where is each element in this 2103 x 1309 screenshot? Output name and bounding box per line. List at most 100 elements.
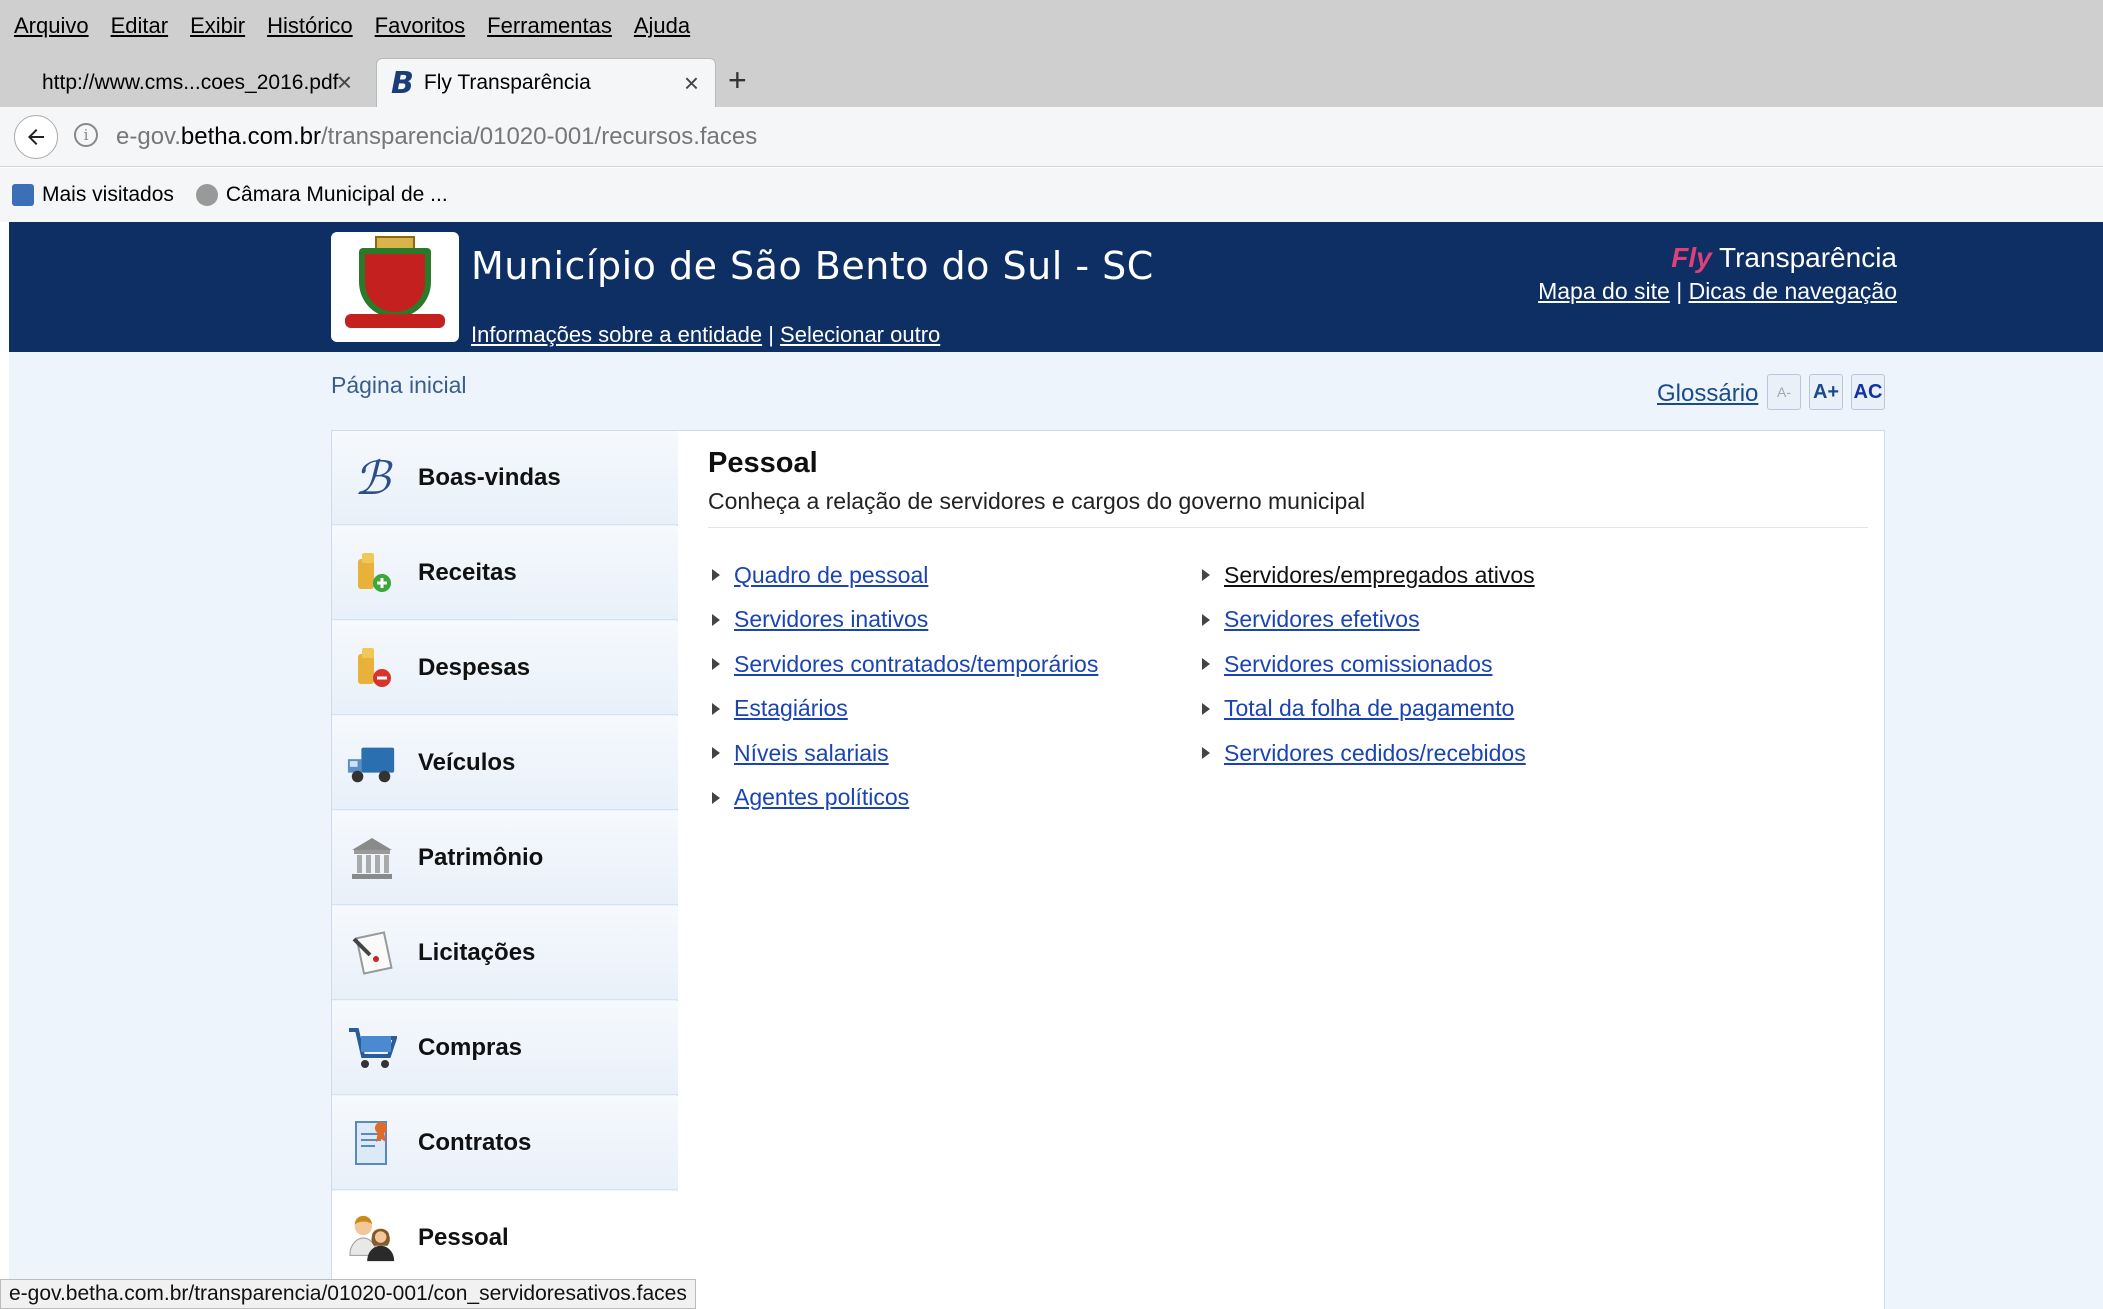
back-button[interactable] bbox=[14, 115, 58, 159]
list-item: Servidores efetivos bbox=[1198, 598, 1535, 643]
page: Município de São Bento do Sul - SC Infor… bbox=[9, 222, 2103, 1309]
link-total-folha[interactable]: Total da folha de pagamento bbox=[1224, 695, 1514, 722]
sidebar-item-boas-vindas[interactable]: ℬ Boas-vindas bbox=[332, 431, 678, 525]
link-estagiarios[interactable]: Estagiários bbox=[734, 695, 848, 722]
triangle-right-icon bbox=[1202, 747, 1210, 760]
site-header: Município de São Bento do Sul - SC Infor… bbox=[9, 222, 2103, 352]
list-item: Quadro de pessoal bbox=[708, 553, 1098, 598]
font-larger-button[interactable]: A+ bbox=[1809, 374, 1843, 410]
link-servidores-ativos[interactable]: Servidores/empregados ativos bbox=[1224, 562, 1535, 589]
triangle-right-icon bbox=[712, 613, 720, 626]
entity-links: Informações sobre a entidade | Seleciona… bbox=[471, 322, 941, 347]
betha-icon: B bbox=[391, 65, 414, 101]
menu-arquivo[interactable]: Arquivo bbox=[14, 13, 89, 39]
menu-bar: Arquivo Editar Exibir Histórico Favorito… bbox=[0, 0, 2103, 52]
sitemap-link[interactable]: Mapa do site bbox=[1538, 278, 1670, 304]
triangle-right-icon bbox=[1202, 658, 1210, 671]
content-panel: ℬ Boas-vindas Receitas Despesas Veículos… bbox=[331, 430, 1885, 1309]
tab-pdf[interactable]: http://www.cms...coes_2016.pdf × bbox=[28, 58, 368, 107]
triangle-right-icon bbox=[1202, 613, 1210, 626]
bookmark-camara[interactable]: Câmara Municipal de ... bbox=[226, 183, 448, 207]
info-icon[interactable]: i bbox=[74, 123, 98, 147]
municipality-title: Município de São Bento do Sul - SC bbox=[471, 244, 1154, 288]
sidebar-item-despesas[interactable]: Despesas bbox=[332, 621, 678, 715]
link-quadro-pessoal[interactable]: Quadro de pessoal bbox=[734, 562, 928, 589]
bookmarks-bar: Mais visitados Câmara Municipal de ... bbox=[0, 168, 2103, 222]
coins-plus-icon bbox=[346, 547, 398, 599]
triangle-right-icon bbox=[1202, 702, 1210, 715]
menu-exibir[interactable]: Exibir bbox=[190, 13, 245, 39]
globe-icon bbox=[195, 184, 218, 206]
menu-editar[interactable]: Editar bbox=[111, 13, 168, 39]
link-niveis-salariais[interactable]: Níveis salariais bbox=[734, 740, 889, 767]
sidebar-item-contratos[interactable]: Contratos bbox=[332, 1096, 678, 1190]
list-item: Servidores inativos bbox=[708, 598, 1098, 643]
sidebar-item-licitacoes[interactable]: Licitações bbox=[332, 906, 678, 1000]
breadcrumb[interactable]: Página inicial bbox=[331, 372, 467, 399]
people-icon bbox=[346, 1212, 398, 1264]
new-tab-button[interactable]: + bbox=[728, 62, 747, 99]
sidebar-item-patrimonio[interactable]: Patrimônio bbox=[332, 811, 678, 905]
welcome-icon: ℬ bbox=[353, 450, 391, 505]
triangle-right-icon bbox=[712, 702, 720, 715]
font-smaller-button[interactable]: A- bbox=[1767, 374, 1801, 410]
fly-brand: Fly Transparência bbox=[1671, 242, 1897, 273]
url-bar: i e-gov.betha.com.br/transparencia/01020… bbox=[0, 107, 2103, 167]
coins-minus-icon bbox=[346, 642, 398, 694]
links-column-1: Quadro de pessoal Servidores inativos Se… bbox=[708, 553, 1098, 820]
section-subtitle: Conheça a relação de servidores e cargos… bbox=[708, 488, 1868, 528]
link-servidores-cedidos[interactable]: Servidores cedidos/recebidos bbox=[1224, 740, 1526, 767]
navigation-tips-link[interactable]: Dicas de navegação bbox=[1689, 278, 1897, 304]
entity-info-link[interactable]: Informações sobre a entidade bbox=[471, 322, 762, 347]
link-servidores-comissionados[interactable]: Servidores comissionados bbox=[1224, 651, 1492, 678]
close-icon[interactable]: × bbox=[684, 68, 699, 99]
list-item: Servidores contratados/temporários bbox=[708, 642, 1098, 687]
select-other-link[interactable]: Selecionar outro bbox=[780, 322, 940, 347]
menu-favoritos[interactable]: Favoritos bbox=[375, 13, 465, 39]
link-agentes-politicos[interactable]: Agentes políticos bbox=[734, 784, 909, 811]
tab-bar: http://www.cms...coes_2016.pdf × B Fly T… bbox=[0, 52, 2103, 107]
contrast-button[interactable]: AC bbox=[1851, 374, 1885, 410]
url-input[interactable]: e-gov.betha.com.br/transparencia/01020-0… bbox=[116, 123, 757, 151]
truck-icon bbox=[346, 737, 398, 789]
shopping-cart-icon bbox=[346, 1022, 398, 1074]
building-icon bbox=[346, 832, 398, 884]
sidebar-item-pessoal[interactable]: Pessoal bbox=[332, 1191, 678, 1285]
header-links: Mapa do site | Dicas de navegação bbox=[1538, 278, 1897, 304]
status-bar-url: e-gov.betha.com.br/transparencia/01020-0… bbox=[0, 1279, 696, 1309]
list-item: Níveis salariais bbox=[708, 731, 1098, 776]
sidebar-item-compras[interactable]: Compras bbox=[332, 1001, 678, 1095]
menu-ferramentas[interactable]: Ferramentas bbox=[487, 13, 612, 39]
list-item: Servidores/empregados ativos bbox=[1198, 553, 1535, 598]
most-visited-icon bbox=[12, 184, 34, 206]
list-item: Estagiários bbox=[708, 687, 1098, 732]
tab-title: http://www.cms...coes_2016.pdf bbox=[42, 70, 339, 94]
auction-document-icon bbox=[346, 927, 398, 979]
main-section: Pessoal Conheça a relação de servidores … bbox=[708, 447, 1868, 810]
triangle-right-icon bbox=[712, 569, 720, 582]
links-column-2: Servidores/empregados ativos Servidores … bbox=[1198, 553, 1535, 776]
triangle-right-icon bbox=[712, 658, 720, 671]
tab-fly-transparencia[interactable]: B Fly Transparência × bbox=[376, 58, 716, 107]
list-item: Total da folha de pagamento bbox=[1198, 687, 1535, 732]
link-servidores-inativos[interactable]: Servidores inativos bbox=[734, 606, 928, 633]
link-servidores-contratados[interactable]: Servidores contratados/temporários bbox=[734, 651, 1098, 678]
sidebar-item-veiculos[interactable]: Veículos bbox=[332, 716, 678, 810]
back-arrow-icon bbox=[28, 129, 44, 145]
section-title: Pessoal bbox=[708, 447, 818, 479]
menu-historico[interactable]: Histórico bbox=[267, 13, 353, 39]
list-item: Servidores cedidos/recebidos bbox=[1198, 731, 1535, 776]
contract-icon bbox=[346, 1117, 398, 1169]
glossary-link[interactable]: Glossário bbox=[1657, 380, 1758, 408]
list-item: Agentes políticos bbox=[708, 776, 1098, 821]
close-icon[interactable]: × bbox=[337, 67, 352, 98]
sidebar-item-receitas[interactable]: Receitas bbox=[332, 526, 678, 620]
tab-title: Fly Transparência bbox=[423, 71, 591, 94]
triangle-right-icon bbox=[712, 747, 720, 760]
municipal-crest-logo[interactable] bbox=[331, 232, 459, 342]
link-servidores-efetivos[interactable]: Servidores efetivos bbox=[1224, 606, 1420, 633]
list-item: Servidores comissionados bbox=[1198, 642, 1535, 687]
sidebar: ℬ Boas-vindas Receitas Despesas Veículos… bbox=[332, 431, 678, 1309]
menu-ajuda[interactable]: Ajuda bbox=[634, 13, 690, 39]
bookmark-mais-visitados[interactable]: Mais visitados bbox=[42, 183, 174, 207]
